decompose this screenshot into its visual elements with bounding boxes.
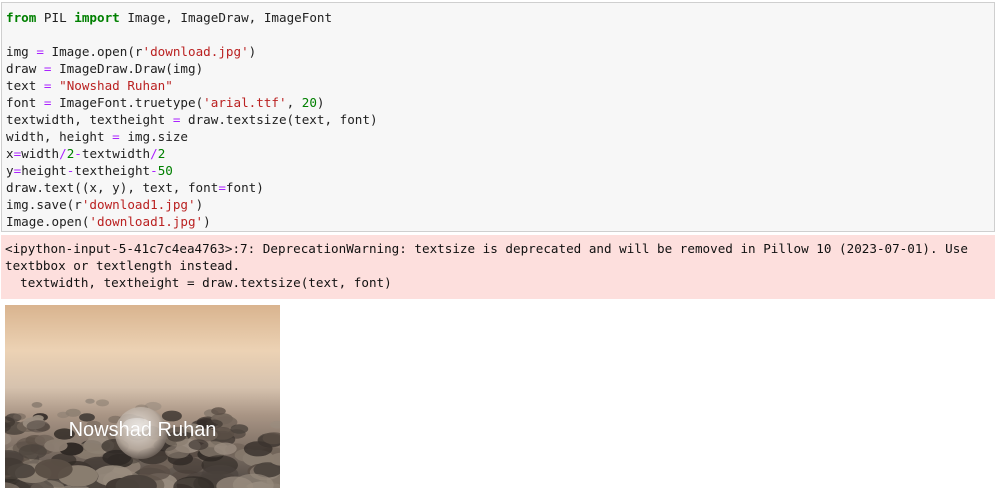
- code-token: y: [6, 163, 14, 178]
- image-caption: Nowshad Ruhan: [68, 419, 217, 441]
- code-token: img: [6, 44, 37, 59]
- code-token: textwidth, textheight: [6, 112, 173, 127]
- warning-line-2: textbbox or textlength instead.: [5, 258, 241, 273]
- code-token: width: [21, 146, 60, 161]
- code-token: 'arial.ttf': [203, 95, 287, 110]
- beach-photo: [5, 305, 280, 488]
- code-token: /: [59, 146, 67, 161]
- code-line: draw = ImageDraw.Draw(img): [6, 60, 203, 77]
- code-token: textheight: [74, 163, 151, 178]
- code-token: PIL: [36, 10, 75, 25]
- code-token: 2: [157, 146, 166, 161]
- code-token: =: [36, 44, 44, 59]
- code-token: ImageFont.truetype(: [51, 95, 204, 110]
- pebble: [31, 402, 43, 408]
- code-line: font = ImageFont.truetype('arial.ttf', 2…: [6, 94, 325, 111]
- code-token: =: [112, 129, 120, 144]
- code-line: Image.open('download1.jpg'): [6, 213, 211, 230]
- code-token: font: [6, 95, 44, 110]
- code-token: img.size: [119, 129, 188, 144]
- code-token: width, height: [6, 129, 113, 144]
- code-token: textwidth: [81, 146, 151, 161]
- pebble: [34, 458, 73, 480]
- code-token: x: [6, 146, 14, 161]
- code-token: 'download1.jpg': [89, 214, 204, 229]
- code-line: draw.text((x, y), text, font=font): [6, 179, 264, 196]
- code-token: ): [203, 214, 211, 229]
- code-token: import: [74, 10, 120, 25]
- code-line: x=width/2-textwidth/2: [6, 145, 165, 162]
- code-token: Image, ImageDraw, ImageFont: [119, 10, 333, 25]
- code-token: height: [21, 163, 67, 178]
- code-line: text = "Nowshad Ruhan": [6, 77, 173, 94]
- code-token: 50: [157, 163, 173, 178]
- code-token: ): [248, 44, 257, 59]
- code-token: -: [74, 146, 82, 161]
- code-token: =: [43, 61, 52, 76]
- code-token: 'download1.jpg': [81, 197, 196, 212]
- pebble: [96, 399, 109, 407]
- pebble: [7, 463, 36, 479]
- code-cell[interactable]: from PIL import Image, ImageDraw, ImageF…: [1, 2, 995, 232]
- code-token: =: [218, 180, 226, 195]
- code-token: Image.open(r: [43, 44, 143, 59]
- code-token: Image.open(: [6, 214, 90, 229]
- pebble: [57, 411, 70, 419]
- code-token: img.save(r: [6, 197, 82, 212]
- stderr-output: <ipython-input-5-41c7c4ea4763>:7: Deprec…: [1, 235, 995, 299]
- pebble: [214, 442, 237, 455]
- code-token: ): [195, 197, 204, 212]
- code-token: draw: [6, 61, 44, 76]
- code-token: text: [6, 78, 44, 93]
- code-token: font): [225, 180, 264, 195]
- pebble: [165, 445, 190, 459]
- code-line: y=height-textheight-50: [6, 162, 173, 179]
- output-image: Nowshad Ruhan: [5, 305, 280, 488]
- code-token: 'download.jpg': [142, 44, 249, 59]
- code-token: =: [43, 95, 52, 110]
- code-token: draw.text((x, y), text, font: [6, 180, 219, 195]
- code-token: ): [316, 95, 325, 110]
- code-line: width, height = img.size: [6, 128, 188, 145]
- code-token: 20: [301, 95, 317, 110]
- code-token: =: [43, 78, 52, 93]
- code-token: -: [150, 163, 158, 178]
- code-token: ,: [286, 95, 302, 110]
- pebble: [85, 398, 95, 404]
- pebble: [18, 444, 47, 460]
- code-token: from: [6, 10, 37, 25]
- code-line: textwidth, textheight = draw.textsize(te…: [6, 111, 378, 128]
- code-line: from PIL import Image, ImageDraw, ImageF…: [6, 9, 332, 26]
- code-token: /: [150, 146, 158, 161]
- code-line: img.save(r'download1.jpg'): [6, 196, 203, 213]
- notebook: from PIL import Image, ImageDraw, ImageF…: [0, 0, 1003, 495]
- code-line: img = Image.open(r'download.jpg'): [6, 43, 256, 60]
- code-token: draw.textsize(text, font): [180, 112, 378, 127]
- code-token: ImageDraw.Draw(img): [51, 61, 204, 76]
- warning-line-1: <ipython-input-5-41c7c4ea4763>:7: Deprec…: [5, 241, 968, 256]
- pebble: [211, 407, 226, 415]
- code-token: "Nowshad Ruhan": [59, 78, 173, 93]
- warning-line-3: textwidth, textheight = draw.textsize(te…: [5, 275, 392, 290]
